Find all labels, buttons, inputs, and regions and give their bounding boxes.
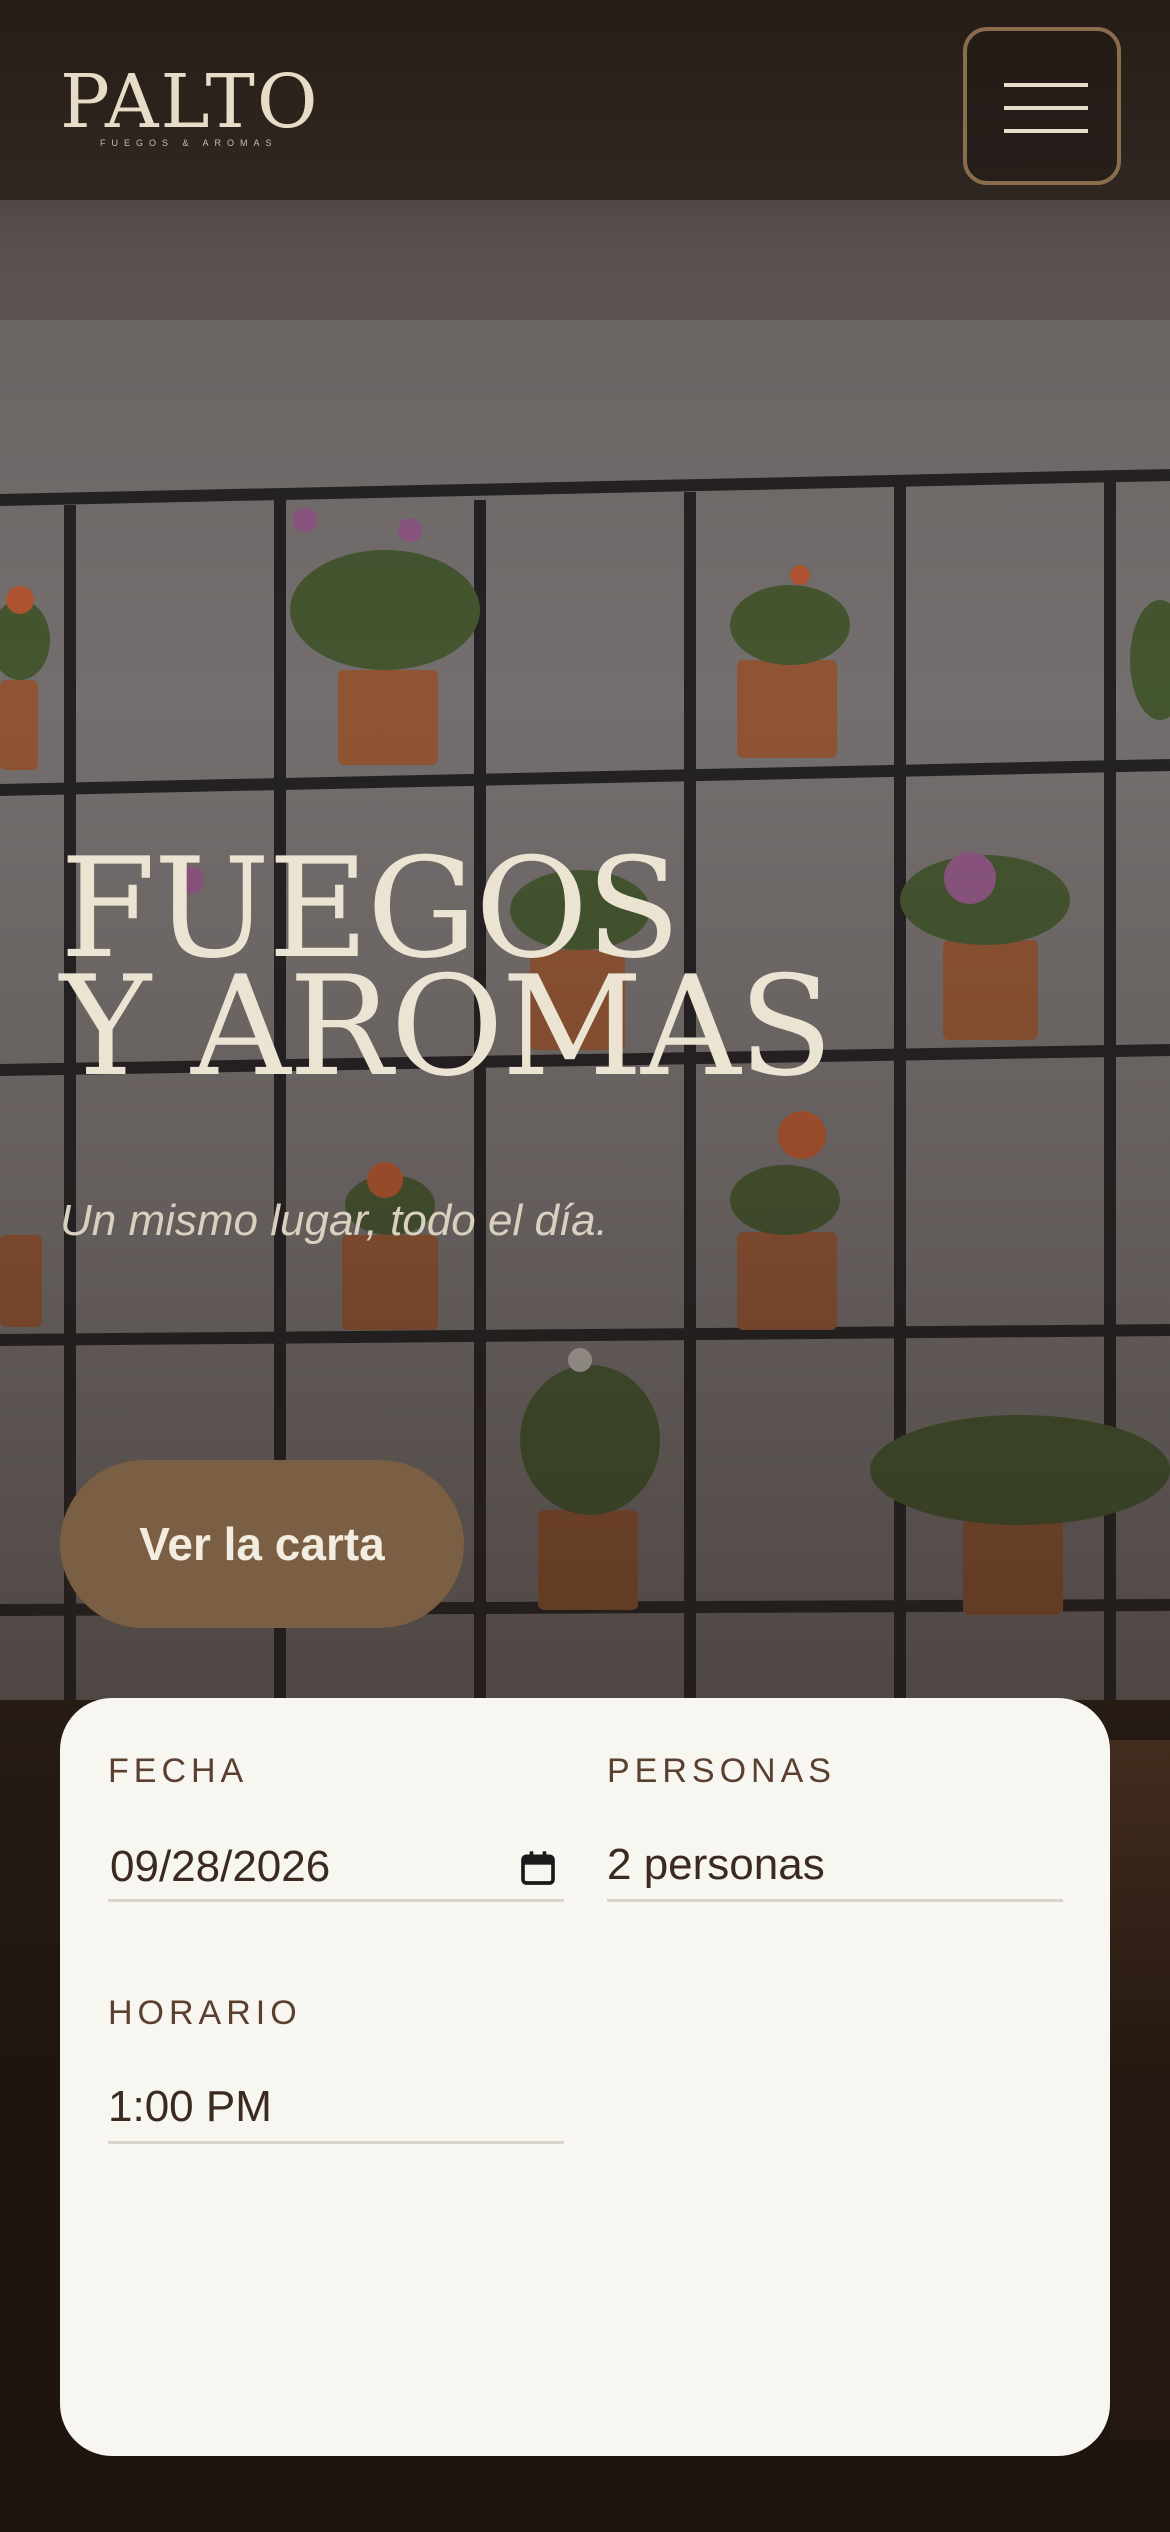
date-underline [108, 1899, 564, 1902]
hero-subtitle: Un mismo lugar, todo el día. [60, 1196, 608, 1245]
date-field[interactable]: FECHA 09/28/2026 [108, 1752, 564, 1902]
people-field[interactable]: PERSONAS 2 personas [607, 1752, 1063, 1902]
people-label: PERSONAS [607, 1752, 836, 1790]
brand-logo[interactable]: PALTO FUEGOS & AROMAS [60, 59, 320, 148]
brand-tagline: FUEGOS & AROMAS [100, 138, 278, 148]
date-input[interactable]: 09/28/2026 [110, 1842, 330, 1892]
hero-title: FUEGOS Y AROMAS [60, 840, 1060, 1107]
hamburger-menu-button[interactable] [963, 27, 1121, 185]
date-label: FECHA [108, 1752, 249, 1790]
view-menu-button[interactable]: Ver la carta [60, 1460, 464, 1628]
time-underline [108, 2141, 564, 2144]
reservation-card: FECHA 09/28/2026 PERSONAS 2 personas HOR… [60, 1698, 1110, 2456]
hero-title-line-2: Y AROMAS [60, 946, 833, 1107]
time-label: HORARIO [108, 1994, 302, 2032]
people-underline [607, 1899, 1063, 1902]
time-field[interactable]: HORARIO 1:00 PM [108, 1994, 564, 2144]
brand-name: PALTO [60, 59, 320, 145]
people-select[interactable]: 2 personas [607, 1840, 825, 1890]
time-select[interactable]: 1:00 PM [108, 2082, 272, 2132]
calendar-icon[interactable] [518, 1848, 558, 1888]
